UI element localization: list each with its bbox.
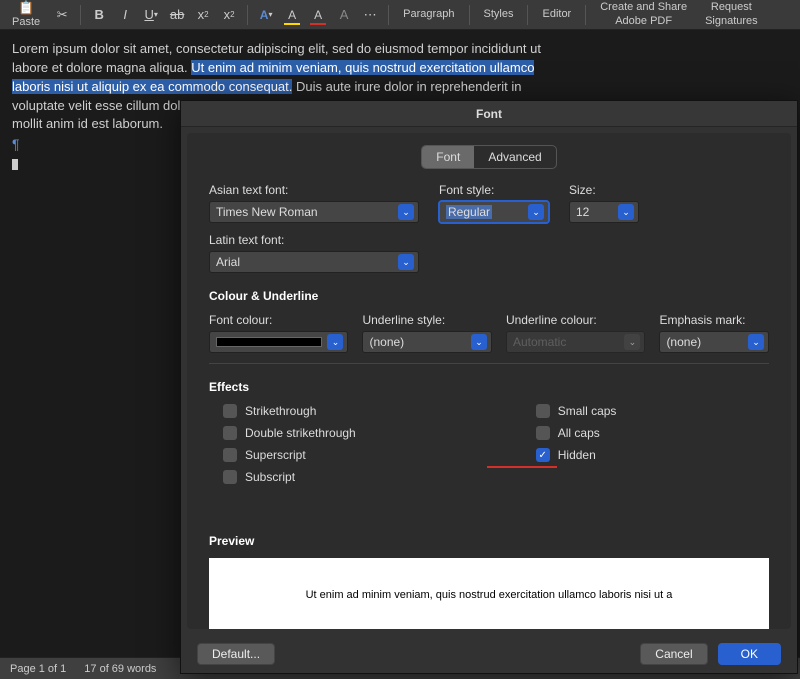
cancel-button[interactable]: Cancel <box>640 643 707 665</box>
chevron-down-icon: ⌄ <box>748 334 764 350</box>
asian-font-select[interactable]: Times New Roman ⌄ <box>209 201 419 223</box>
preview-area: Ut enim ad minim veniam, quis nostrud ex… <box>209 558 769 629</box>
editor-group-label[interactable]: Editor <box>534 8 579 21</box>
latin-font-select[interactable]: Arial ⌄ <box>209 251 419 273</box>
page-indicator[interactable]: Page 1 of 1 <box>10 663 66 675</box>
dialog-tabs: Font Advanced <box>209 145 769 169</box>
font-dialog: Font Font Advanced Asian text font: Time… <box>180 100 798 674</box>
underline-button[interactable]: U▾ <box>139 3 163 27</box>
font-colour-label: Font colour: <box>209 313 348 327</box>
effects-heading: Effects <box>209 380 769 394</box>
subscript-button[interactable]: x2 <box>191 3 215 27</box>
italic-button[interactable]: I <box>113 3 137 27</box>
chevron-down-icon: ⌄ <box>624 334 640 350</box>
superscript-button[interactable]: x2 <box>217 3 241 27</box>
pilcrow-icon: ¶ <box>12 136 20 152</box>
text-effects-button[interactable]: A▾ <box>254 3 278 27</box>
request-signatures-button[interactable]: Request Signatures <box>697 1 766 27</box>
highlight-button[interactable]: A <box>280 3 304 27</box>
clipboard-icon: 📋 <box>18 0 34 15</box>
underline-style-select[interactable]: (none) ⌄ <box>362 331 492 353</box>
ok-button[interactable]: OK <box>718 643 781 665</box>
font-style-label: Font style: <box>439 183 549 197</box>
underline-colour-select: Automatic ⌄ <box>506 331 645 353</box>
highlight-underline <box>487 466 557 468</box>
ribbon-toolbar: 📋 Paste ✂ B I U▾ ab x2 x2 A▾ A A A ⋯ Par… <box>0 0 800 30</box>
strikethrough-button[interactable]: ab <box>165 3 189 27</box>
word-count[interactable]: 17 of 69 words <box>84 663 156 675</box>
font-colour-select[interactable]: ⌄ <box>209 331 348 353</box>
bold-button[interactable]: B <box>87 3 111 27</box>
latin-font-label: Latin text font: <box>209 233 419 247</box>
text-cursor <box>12 159 18 170</box>
colour-swatch <box>216 337 322 347</box>
font-size-select[interactable]: 12 ⌄ <box>569 201 639 223</box>
subscript-checkbox[interactable]: Subscript <box>223 470 356 484</box>
default-button[interactable]: Default... <box>197 643 275 665</box>
paragraph-group-label[interactable]: Paragraph <box>395 8 462 21</box>
styles-group-label[interactable]: Styles <box>476 8 522 21</box>
colour-underline-heading: Colour & Underline <box>209 289 769 303</box>
chevron-down-icon: ⌄ <box>398 204 414 220</box>
chevron-down-icon: ⌄ <box>528 204 544 220</box>
font-size-label: Size: <box>569 183 639 197</box>
create-share-pdf-button[interactable]: Create and Share Adobe PDF <box>592 1 695 27</box>
chevron-down-icon: ⌄ <box>471 334 487 350</box>
all-caps-checkbox[interactable]: All caps <box>536 426 617 440</box>
strikethrough-checkbox[interactable]: Strikethrough <box>223 404 356 418</box>
font-dialog-launcher-icon[interactable]: ⋯ <box>358 3 382 27</box>
chevron-down-icon: ⌄ <box>618 204 634 220</box>
underline-style-label: Underline style: <box>362 313 492 327</box>
double-strikethrough-checkbox[interactable]: Double strikethrough <box>223 426 356 440</box>
dialog-title: Font <box>181 101 797 127</box>
paste-button[interactable]: 📋 Paste <box>4 0 48 29</box>
check-icon: ✓ <box>536 448 550 462</box>
format-painter-icon[interactable]: ✂ <box>50 3 74 27</box>
preview-heading: Preview <box>209 534 769 548</box>
tab-font[interactable]: Font <box>422 146 474 168</box>
dialog-footer: Default... Cancel OK <box>181 635 797 673</box>
font-style-select[interactable]: Regular ⌄ <box>439 201 549 223</box>
doc-text-after2: mollit anim id est laborum. <box>12 116 163 131</box>
underline-colour-label: Underline colour: <box>506 313 645 327</box>
hidden-checkbox[interactable]: ✓Hidden <box>536 448 617 462</box>
tab-advanced[interactable]: Advanced <box>474 146 555 168</box>
emphasis-mark-label: Emphasis mark: <box>659 313 769 327</box>
superscript-checkbox[interactable]: Superscript <box>223 448 356 462</box>
font-color-button[interactable]: A <box>306 3 330 27</box>
chevron-down-icon: ⌄ <box>327 334 343 350</box>
small-caps-checkbox[interactable]: Small caps <box>536 404 617 418</box>
effects-group: Strikethrough Double strikethrough Super… <box>209 404 769 484</box>
asian-font-label: Asian text font: <box>209 183 419 197</box>
emphasis-mark-select[interactable]: (none) ⌄ <box>659 331 769 353</box>
clear-formatting-button[interactable]: A <box>332 3 356 27</box>
chevron-down-icon: ⌄ <box>398 254 414 270</box>
